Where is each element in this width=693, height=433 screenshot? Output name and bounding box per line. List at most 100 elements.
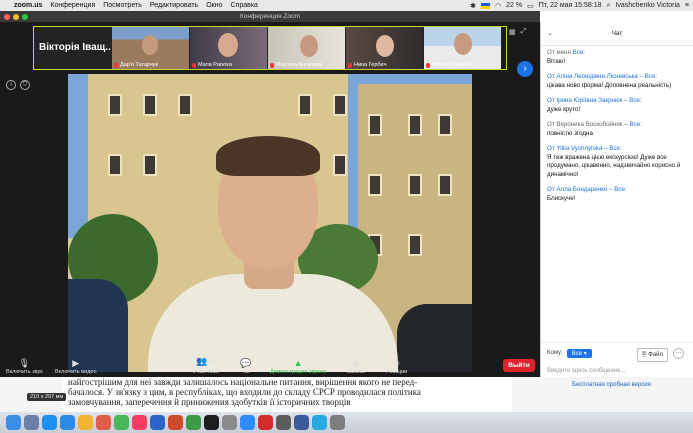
zoom-window-button[interactable]	[22, 14, 28, 20]
participant-strip: Вікторія Іващ... Дар'я Татарчук Maria Pa…	[33, 26, 507, 70]
mail-icon[interactable]	[60, 415, 75, 430]
muted-mic-icon	[426, 62, 430, 68]
menu-app[interactable]: zoom.us	[14, 2, 42, 9]
bluetooth-icon[interactable]: ✱	[470, 2, 476, 10]
grid-view-icon[interactable]: ▦	[509, 28, 516, 36]
zoom-icon[interactable]	[240, 415, 255, 430]
powerpoint-icon[interactable]	[168, 415, 183, 430]
telegram-icon[interactable]	[312, 415, 327, 430]
chat-message: От Алла Бондаренко – Все: Блискуче!	[547, 186, 627, 202]
zoom-meeting-area: Вікторія Іващ... Дар'я Татарчук Maria Pa…	[0, 22, 540, 377]
chat-icon: 💬	[240, 358, 252, 368]
file-button[interactable]: 🗎 Файл	[636, 348, 668, 362]
datetime[interactable]: Пт, 22 мая 15:58:18	[539, 2, 602, 9]
search-icon[interactable]: ⌕	[607, 2, 611, 10]
app-icon[interactable]	[294, 415, 309, 430]
recipient-select[interactable]: Все ▾	[566, 348, 592, 358]
next-page-button[interactable]: ›	[517, 61, 533, 77]
acrobat-icon[interactable]	[258, 415, 273, 430]
safari-icon[interactable]	[42, 415, 57, 430]
chat-message: От Аліна Леонідівна Лісневська – Все: ці…	[547, 73, 672, 89]
free-trial-link[interactable]: Бесплатная пробная версия	[572, 382, 651, 388]
main-speaker-video	[68, 74, 472, 372]
security-shield-icon[interactable]: ⛉	[20, 80, 30, 90]
share-screen-icon: ▲	[293, 358, 303, 368]
record-button[interactable]: ◉ Запись	[347, 358, 365, 375]
chat-panel: ⌄ Чат От меня Все: Вітаю! От Аліна Леоні…	[540, 22, 693, 377]
muted-mic-icon	[270, 62, 274, 68]
trash-icon[interactable]	[330, 415, 345, 430]
menu-edit[interactable]: Редактировать	[150, 2, 198, 9]
chat-title: Чат	[611, 30, 623, 37]
participant-tile[interactable]: Дар'я Татарчук	[112, 27, 190, 69]
chat-message-input[interactable]: Введите здесь сообщение...	[547, 368, 688, 374]
participant-name-big: Вікторія Іващ...	[39, 42, 112, 53]
close-window-button[interactable]	[4, 14, 10, 20]
participant-tile[interactable]: Bohdan Vakuliuk	[424, 27, 502, 69]
more-options-button[interactable]: ···	[673, 348, 684, 359]
info-icon[interactable]: i	[6, 80, 16, 90]
battery-label[interactable]: 22 %	[506, 2, 522, 9]
mac-dock	[0, 412, 693, 433]
window-title: Конференция Zoom	[239, 13, 301, 20]
participant-tile[interactable]: Нина Гербич	[346, 27, 424, 69]
participant-name: Maria Panova	[198, 62, 232, 68]
menu-conference[interactable]: Конференция	[50, 2, 95, 9]
participant-name: Дар'я Татарчук	[120, 62, 158, 68]
battery-icon[interactable]: ▭	[527, 2, 534, 10]
reactions-icon: ☺	[392, 358, 402, 368]
photos-icon[interactable]	[132, 415, 147, 430]
word-icon[interactable]	[150, 415, 165, 430]
chat-message: От Ірина Юріївна Закрнюк – Все: дуже кру…	[547, 97, 642, 113]
finder-icon[interactable]	[6, 415, 21, 430]
list-icon[interactable]: ≡	[685, 2, 689, 9]
mic-muted-icon: 🎙	[18, 358, 31, 368]
tv-icon[interactable]	[204, 415, 219, 430]
notes-icon[interactable]	[78, 415, 93, 430]
user-name[interactable]: Ivashchenko Victoria	[615, 2, 679, 9]
menu-window[interactable]: Окно	[206, 2, 222, 9]
participant-name: Нина Гербич	[354, 62, 387, 68]
menu-view[interactable]: Посмотреть	[103, 2, 142, 9]
muted-mic-icon	[114, 62, 118, 68]
app-icon[interactable]	[276, 415, 291, 430]
chat-message: От Yiliia Vyshnytska – Все: Я теж вражен…	[547, 145, 681, 178]
settings-icon[interactable]	[222, 415, 237, 430]
chevron-down-icon[interactable]: ⌄	[547, 22, 553, 46]
participant-tile[interactable]: Мар'яна Ангелова	[268, 27, 346, 69]
participant-name: Bohdan Vakuliuk	[432, 62, 473, 68]
participant-name: Мар'яна Ангелова	[276, 62, 323, 68]
chat-messages: От меня Все: Вітаю! От Аліна Леонідівна …	[541, 46, 693, 213]
window-titlebar: Конференция Zoom	[0, 11, 540, 22]
file-icon: 🗎	[641, 352, 647, 358]
share-screen-button[interactable]: ▲ Демонстрация экрана	[270, 358, 326, 375]
chat-button[interactable]: 💬 Чат	[240, 358, 251, 375]
chat-message: От Вероника Воскобойник – Все: повністю …	[547, 121, 642, 137]
reactions-button[interactable]: ☺ Реакции	[386, 358, 407, 375]
video-off-icon: ▶	[72, 358, 80, 368]
document-window: найгострішим для неї завжди залишалось н…	[0, 377, 693, 412]
record-icon: ◉	[352, 358, 360, 368]
participant-tile[interactable]: Maria Panova	[190, 27, 268, 69]
unmute-button[interactable]: 🎙 Включить звук	[6, 358, 43, 375]
participants-icon: 👥 49	[195, 356, 217, 366]
document-page[interactable]: найгострішим для неї завжди залишалось н…	[62, 377, 512, 412]
participants-button[interactable]: 👥 49 Участники	[193, 356, 219, 375]
to-label: Кому:	[547, 350, 563, 356]
ukraine-flag-icon[interactable]	[481, 2, 491, 9]
leave-button[interactable]: Выйти	[503, 359, 535, 372]
calendar-icon[interactable]	[96, 415, 111, 430]
messages-icon[interactable]	[114, 415, 129, 430]
page-size-badge: 210 x 297 мм	[27, 393, 67, 401]
participant-tile[interactable]: Вікторія Іващ...	[34, 27, 112, 69]
wifi-icon[interactable]: ◠	[495, 2, 501, 10]
menu-help[interactable]: Справка	[230, 2, 257, 9]
launchpad-icon[interactable]	[24, 415, 39, 430]
mac-menubar: zoom.us Конференция Посмотреть Редактиро…	[0, 0, 693, 11]
fullscreen-icon[interactable]: ⤢	[521, 28, 527, 36]
minimize-window-button[interactable]	[13, 14, 19, 20]
chat-message: От меня Все: Вітаю!	[547, 49, 585, 65]
start-video-button[interactable]: ▶ Включить видео	[55, 358, 97, 375]
excel-icon[interactable]	[186, 415, 201, 430]
muted-mic-icon	[348, 62, 352, 68]
